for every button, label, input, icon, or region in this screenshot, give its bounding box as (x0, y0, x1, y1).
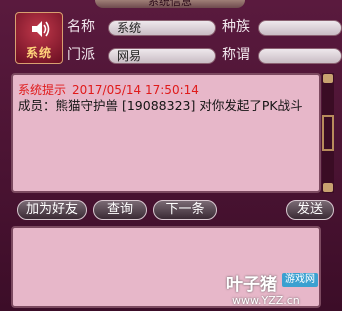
watermark-logo: 叶子猪 游戏网 www.YZZ.cn (224, 270, 342, 311)
message-scrollbar[interactable] (322, 73, 334, 193)
query-button[interactable]: 查询 (93, 200, 147, 220)
speaker-icon (32, 21, 50, 37)
send-button[interactable]: 发送 (286, 200, 334, 220)
name-label: 名称 (67, 19, 95, 35)
system-avatar: 系统 (15, 12, 63, 64)
title-field (258, 48, 342, 64)
watermark-tag: 游戏网 (282, 273, 318, 287)
sect-label: 门派 (67, 47, 95, 63)
sect-field: 网易 (108, 48, 216, 64)
scroll-up-icon[interactable] (323, 74, 333, 83)
race-field (258, 20, 342, 36)
title-label: 称谓 (222, 47, 250, 63)
message-timestamp: 2017/05/14 17:50:14 (72, 83, 199, 97)
message-text: 成员：熊猫守护兽 [19088323] 对你发起了PK战斗 (18, 98, 303, 113)
next-button[interactable]: 下一条 (153, 200, 217, 220)
name-field: 系统 (108, 20, 216, 36)
add-friend-button[interactable]: 加为好友 (17, 200, 87, 220)
window-title: 系统信息 (95, 0, 245, 8)
watermark-url: www.YZZ.cn (232, 294, 300, 307)
watermark-main: 叶子猪 (226, 275, 277, 295)
avatar-label: 系统 (25, 46, 52, 60)
message-sender: 系统提示 (18, 83, 67, 97)
message-display: 系统提示 2017/05/14 17:50:14 成员：熊猫守护兽 [190883… (11, 73, 321, 193)
scroll-down-icon[interactable] (323, 183, 333, 192)
scroll-thumb[interactable] (322, 115, 334, 151)
message-header: 系统提示 2017/05/14 17:50:14 (18, 81, 199, 98)
message-window: 系统信息 系统 名称 系统 种族 门派 网易 称谓 系统提示 2017/05/14… (0, 0, 342, 311)
race-label: 种族 (222, 19, 250, 35)
